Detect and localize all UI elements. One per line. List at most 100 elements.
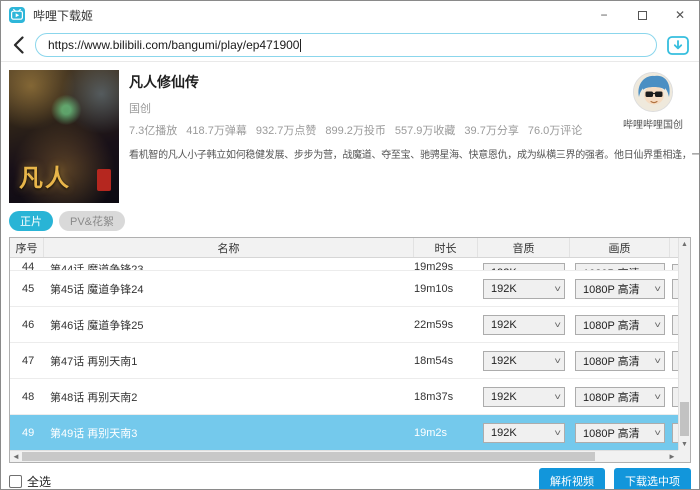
table-row[interactable]: 49第49话 再别天南319m2s192K˅1080P 高清˅: [10, 415, 678, 451]
url-input[interactable]: https://www.bilibili.com/bangumi/play/ep…: [35, 33, 657, 57]
audio-quality-select[interactable]: 192K˅: [483, 351, 565, 371]
parse-video-button[interactable]: 解析视频: [539, 468, 605, 490]
episode-duration: 19m29s: [414, 258, 478, 271]
chevron-down-icon: ˅: [554, 428, 561, 438]
video-quality-select[interactable]: 1080P 高清˅: [575, 263, 665, 271]
header-index: 序号: [10, 238, 44, 257]
chevron-down-icon: ˅: [554, 392, 561, 402]
header-audio: 音质: [478, 238, 570, 257]
table-header: 序号 名称 时长 音质 画质: [10, 238, 690, 258]
url-text: https://www.bilibili.com/bangumi/play/ep…: [48, 38, 299, 52]
video-quality-select[interactable]: 1080P 高清˅: [575, 315, 665, 335]
episode-duration: 18m37s: [414, 391, 478, 403]
video-description: 看机智的凡人小子韩立如何稳健发展、步步为营，战魔道、夺至宝、驰骋星海、快意恩仇，…: [129, 146, 691, 161]
clipped-next-column: [670, 415, 678, 450]
vertical-scroll-thumb[interactable]: [680, 402, 689, 436]
stat-item: 39.7万分享: [464, 125, 518, 137]
tab-pv-extras[interactable]: PV&花絮: [59, 211, 125, 231]
app-title: 哔哩下载姬: [33, 7, 585, 24]
nav-bar: https://www.bilibili.com/bangumi/play/ep…: [1, 29, 699, 61]
chevron-down-icon: ˅: [654, 320, 661, 330]
chevron-down-icon: ˅: [554, 320, 561, 330]
clipped-next-column: [670, 343, 678, 378]
chevron-down-icon: ˅: [654, 356, 661, 366]
stat-item: 932.7万点赞: [256, 125, 317, 137]
app-window: 哔哩下载姬 − ✕ https://www.bilibili.com/bangu…: [0, 0, 700, 490]
episode-name: 第46话 魔道争锋25: [44, 317, 414, 333]
chevron-down-icon: ˅: [554, 356, 561, 366]
title-bar: 哔哩下载姬 − ✕: [1, 1, 699, 29]
audio-quality-select[interactable]: 192K˅: [483, 423, 565, 443]
uploader-block: 哔哩哔哩国创: [621, 72, 685, 131]
clipped-next-column: [670, 379, 678, 414]
scrollbar-corner: [678, 450, 690, 462]
video-quality-select[interactable]: 1080P 高清˅: [575, 387, 665, 407]
row-index: 46: [10, 319, 44, 331]
episode-name: 第44话 魔道争锋23: [44, 258, 414, 271]
clipped-next-column: [670, 258, 678, 270]
chevron-down-icon: ˅: [654, 284, 661, 294]
episode-duration: 18m54s: [414, 355, 478, 367]
chevron-down-icon: ˅: [654, 428, 661, 438]
table-body: 44第44话 魔道争锋2319m29s192K˅1080P 高清˅45第45话 …: [10, 258, 678, 451]
video-title: 凡人修仙传: [129, 72, 691, 92]
close-button[interactable]: ✕: [661, 1, 699, 29]
header-video: 画质: [570, 238, 670, 257]
tab-main-episodes[interactable]: 正片: [9, 211, 53, 231]
header-duration: 时长: [414, 238, 478, 257]
scroll-right-icon[interactable]: ►: [666, 451, 678, 462]
video-meta: 凡人修仙传 国创 7.3亿播放418.7万弹幕932.7万点赞899.2万投币5…: [129, 70, 691, 203]
video-stats: 7.3亿播放418.7万弹幕932.7万点赞899.2万投币557.9万收藏39…: [129, 122, 691, 138]
stat-item: 899.2万投币: [325, 125, 386, 137]
episode-duration: 19m2s: [414, 427, 478, 439]
row-index: 47: [10, 355, 44, 367]
download-url-button[interactable]: [665, 33, 691, 57]
stat-item: 418.7万弹幕: [186, 125, 247, 137]
clipped-next-column: [670, 307, 678, 342]
stat-item: 76.0万评论: [528, 125, 582, 137]
chevron-down-icon: ˅: [654, 392, 661, 402]
footer-bar: 全选 解析视频 下载选中项: [1, 464, 699, 490]
poster-image: 凡人: [9, 70, 119, 203]
scroll-left-icon[interactable]: ◄: [10, 451, 22, 462]
poster-caption: 凡人: [19, 158, 71, 193]
episode-name: 第45话 魔道争锋24: [44, 281, 414, 297]
scroll-up-icon[interactable]: ▲: [679, 238, 690, 250]
table-row[interactable]: 47第47话 再别天南118m54s192K˅1080P 高清˅: [10, 343, 678, 379]
header-name: 名称: [44, 238, 414, 257]
episode-table: 序号 名称 时长 音质 画质 44第44话 魔道争锋2319m29s 192K˅ 1…: [9, 237, 691, 463]
video-quality-select[interactable]: 1080P 高清˅: [575, 351, 665, 371]
app-logo-icon: [9, 7, 25, 23]
episode-duration: 22m59s: [414, 319, 478, 331]
select-all-checkbox[interactable]: [9, 475, 22, 488]
text-caret: [300, 39, 301, 52]
clipped-next-column: [670, 271, 678, 306]
table-row[interactable]: 44第44话 魔道争锋2319m29s 192K˅ 1080P 高清˅: [10, 258, 678, 271]
download-selected-button[interactable]: 下载选中项: [614, 468, 691, 490]
horizontal-scroll-thumb[interactable]: [22, 452, 595, 461]
video-info-section: 凡人 凡人修仙传 国创 7.3亿播放418.7万弹幕932.7万点赞899.2万…: [1, 62, 699, 207]
episode-duration: 19m10s: [414, 283, 478, 295]
stat-item: 557.9万收藏: [395, 125, 456, 137]
maximize-icon: [638, 11, 647, 20]
audio-quality-select[interactable]: 192K˅: [483, 279, 565, 299]
table-row[interactable]: 48第48话 再别天南218m37s192K˅1080P 高清˅: [10, 379, 678, 415]
uploader-avatar: [633, 72, 673, 112]
vertical-scrollbar[interactable]: ▲ ▼: [678, 238, 690, 450]
audio-quality-select[interactable]: 192K˅: [483, 387, 565, 407]
table-row[interactable]: 45第45话 魔道争锋2419m10s192K˅1080P 高清˅: [10, 271, 678, 307]
row-index: 48: [10, 391, 44, 403]
back-button[interactable]: [9, 34, 27, 56]
video-quality-select[interactable]: 1080P 高清˅: [575, 423, 665, 443]
episode-name: 第49话 再别天南3: [44, 425, 414, 441]
table-row[interactable]: 46第46话 魔道争锋2522m59s 192K˅ 1080P 高清˅: [10, 307, 678, 343]
audio-quality-select[interactable]: 192K˅: [483, 263, 565, 271]
video-quality-select[interactable]: 1080P 高清˅: [575, 279, 665, 299]
horizontal-scrollbar[interactable]: ◄ ►: [10, 450, 678, 462]
row-index: 44: [10, 258, 44, 271]
audio-quality-select[interactable]: 192K˅: [483, 315, 565, 335]
maximize-button[interactable]: [623, 1, 661, 29]
minimize-button[interactable]: −: [585, 1, 623, 29]
chevron-down-icon: ˅: [554, 284, 561, 294]
scroll-down-icon[interactable]: ▼: [679, 438, 690, 450]
